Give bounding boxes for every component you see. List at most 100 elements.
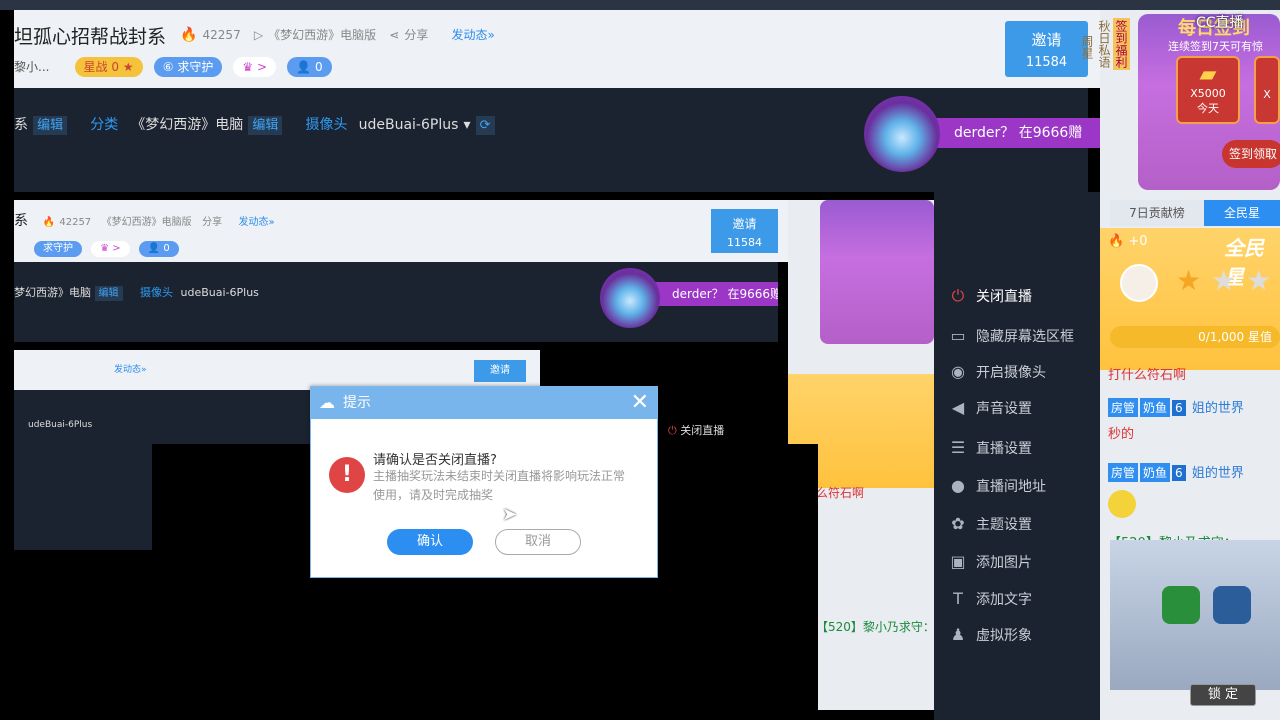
category-value: 《梦幻西游》电脑 xyxy=(131,117,244,133)
gift-item-icon[interactable] xyxy=(1213,586,1252,624)
nested2-close-label: 关闭直播 xyxy=(680,424,725,437)
post-dynamic-link[interactable]: 发动态» xyxy=(452,28,495,42)
menu-label: 声音设置 xyxy=(976,401,1032,417)
side-tab-sign[interactable]: 签到福利 xyxy=(1113,18,1130,70)
menu-label: 虚拟形象 xyxy=(976,628,1032,644)
fan-club-button[interactable]: ♛ > xyxy=(233,57,277,77)
guard-request-button[interactable]: ⑥ 求守护 xyxy=(153,57,223,77)
toolbar-row: 系 编辑 分类 《梦幻西游》电脑 编辑 摄像头 udeBuai-6Plus ▾ … xyxy=(14,114,495,135)
side-tab-autumn[interactable]: 秋日私语 xyxy=(1096,18,1113,70)
category-label: 分类 xyxy=(90,117,119,133)
fan-hot-value: +0 xyxy=(1128,234,1148,249)
menu-sound[interactable]: ◀ 声音设置 xyxy=(948,398,1032,418)
image-icon: ▣ xyxy=(950,552,966,571)
ranking-tabs: 7日贡献榜 全民星 xyxy=(1110,200,1280,226)
fire-icon: 🔥 xyxy=(42,217,55,228)
confirm-dialog: ☁ 提示 ✕ ! 请确认是否关闭直播? 主播抽奖玩法未结束时关闭直播将影响玩法正… xyxy=(310,386,658,578)
room-header: 坦孤心招帮战封系 🔥 42257 ▷ 《梦幻西游》电脑版 ⋖ 分享 发动态» 黎… xyxy=(14,10,1100,88)
menu-avatar[interactable]: ♟ 虚拟形象 xyxy=(948,625,1032,645)
emoji-icon xyxy=(1108,490,1136,518)
camera-label: 摄像头 xyxy=(305,117,348,133)
chat-username[interactable]: 姐的世界 xyxy=(1192,466,1244,481)
invite-count: 11584 xyxy=(1025,55,1068,70)
cancel-button[interactable]: 取消 xyxy=(495,529,581,555)
chevron-down-icon[interactable]: ▾ xyxy=(463,117,470,133)
share-link[interactable]: 分享 xyxy=(404,28,428,42)
lock-button[interactable]: 锁 定 xyxy=(1190,684,1256,706)
nested-sign-card xyxy=(820,200,934,344)
chat-line: 房管 奶鱼 6 姐的世界 xyxy=(1108,397,1280,417)
sign-claim-button[interactable]: 签到领取 xyxy=(1222,140,1280,168)
chat-username[interactable]: 姐的世界 xyxy=(1192,401,1244,416)
location-icon: ● xyxy=(951,476,965,495)
cc-live-logo: CC直播 xyxy=(1196,15,1244,31)
menu-add-text[interactable]: T 添加文字 xyxy=(948,589,1032,609)
star-war-badge[interactable]: 星战 0 ★ xyxy=(74,57,143,77)
invite-label: 邀请 xyxy=(1031,31,1062,49)
settings-sliders-icon: ☰ xyxy=(950,438,966,457)
game-name[interactable]: 《梦幻西游》电脑版 xyxy=(268,28,376,42)
level-badge: 6 xyxy=(1172,400,1186,416)
hot-count: 42257 xyxy=(202,28,241,42)
nested-toolbar: 梦幻西游》电脑 编辑 摄像头 udeBuai-6Plus derder？ 在96… xyxy=(14,262,778,342)
menu-live-settings[interactable]: ☰ 直播设置 xyxy=(948,438,1032,458)
room-meta: 🔥 42257 ▷ 《梦幻西游》电脑版 ⋖ 分享 发动态» xyxy=(180,24,495,43)
menu-theme[interactable]: ✿ 主题设置 xyxy=(948,514,1032,534)
nested-fans-badge: 👤 0 xyxy=(138,241,179,257)
power-icon: ⏻ xyxy=(951,286,965,305)
tab-contrib[interactable]: 7日贡献榜 xyxy=(1110,200,1204,226)
streamer-name: 黎小... xyxy=(14,60,50,74)
nested2-post: 发动态» xyxy=(114,365,147,375)
star-war-label: 星战 xyxy=(83,60,108,74)
menu-room-address[interactable]: ● 直播间地址 xyxy=(948,476,1046,496)
reward-amount: X5000 xyxy=(1190,87,1226,100)
fans-count-badge[interactable]: 👤 0 xyxy=(287,57,332,77)
menu-label: 主题设置 xyxy=(976,517,1032,533)
nested-camera: udeBuai-6Plus xyxy=(180,286,259,299)
invite-button[interactable]: 邀请 11584 xyxy=(1005,21,1088,77)
dialog-title: 提示 xyxy=(343,395,371,411)
edit-category-button[interactable]: 编辑 xyxy=(248,116,283,135)
badge-row: 黎小... 星战 0 ★ ⑥ 求守护 ♛ > 👤 0 xyxy=(14,56,332,77)
refresh-icon[interactable]: ⟳ xyxy=(475,116,495,135)
text-icon: T xyxy=(953,589,963,608)
live-menu: ⏻ 关闭直播 ▭ 隐藏屏幕选区框 ◉ 开启摄像头 ◀ 声音设置 ☰ 直播设置 ● 直播间地址… xyxy=(934,192,1100,720)
dialog-description: 主播抽奖玩法未结束时关闭直播将影响玩法正常使用，请及时完成抽奖 xyxy=(373,469,626,502)
tab-all-star[interactable]: 全民星 xyxy=(1204,200,1280,226)
nested-gift-msg: 【520】黎小乃求守： xyxy=(816,620,935,634)
menu-hide-screen-frame[interactable]: ▭ 隐藏屏幕选区框 xyxy=(948,326,1074,346)
close-icon[interactable]: ✕ xyxy=(631,389,649,417)
mouse-cursor-icon: ➤ xyxy=(502,504,518,525)
menu-camera[interactable]: ◉ 开启摄像头 xyxy=(948,362,1046,382)
camera-select[interactable]: udeBuai-6Plus xyxy=(359,117,459,133)
reward-amount-2: X xyxy=(1263,88,1271,101)
menu-label: 隐藏屏幕选区框 xyxy=(976,329,1074,345)
screen-icon: ▭ xyxy=(950,326,966,345)
star-war-count: 0 xyxy=(111,60,120,74)
guard-icon: ⑥ xyxy=(162,60,174,74)
side-tab-weekstar[interactable]: 周星 xyxy=(1079,18,1096,76)
nested-invite-button: 邀请 11584 xyxy=(711,209,778,253)
nested-car-icon xyxy=(600,268,660,328)
gift-display xyxy=(1110,540,1280,690)
crown-icon: ♛ xyxy=(242,60,254,74)
star-icon: ★ xyxy=(122,60,134,74)
gift-item-icon[interactable] xyxy=(1162,586,1200,624)
fan-badge: 奶鱼 xyxy=(1140,463,1171,482)
palette-icon: ✿ xyxy=(951,514,965,533)
menu-add-image[interactable]: ▣ 添加图片 xyxy=(948,552,1032,572)
edit-tag-button[interactable]: 编辑 xyxy=(33,116,68,135)
nested-game-name: 《梦幻西游》电脑版 xyxy=(101,217,192,228)
camera-icon: ◉ xyxy=(951,362,965,381)
fan-badge: 奶鱼 xyxy=(1140,398,1171,417)
role-badge: 房管 xyxy=(1108,398,1139,417)
share-icon[interactable]: ⋖ xyxy=(389,28,399,42)
reward-next: X xyxy=(1254,56,1280,124)
confirm-button[interactable]: 确认 xyxy=(387,529,473,555)
nested-title: 系 🔥 42257 《梦幻西游》电脑版 分享 发动态» xyxy=(14,210,275,230)
power-icon: ⏻ xyxy=(668,424,677,437)
avatar[interactable] xyxy=(1120,264,1158,302)
menu-close-live[interactable]: ⏻ 关闭直播 xyxy=(948,286,1032,306)
side-tab-list: 签到福利 秋日私语 周星 xyxy=(1080,18,1130,76)
nested-invite-count: 11584 xyxy=(727,236,762,249)
